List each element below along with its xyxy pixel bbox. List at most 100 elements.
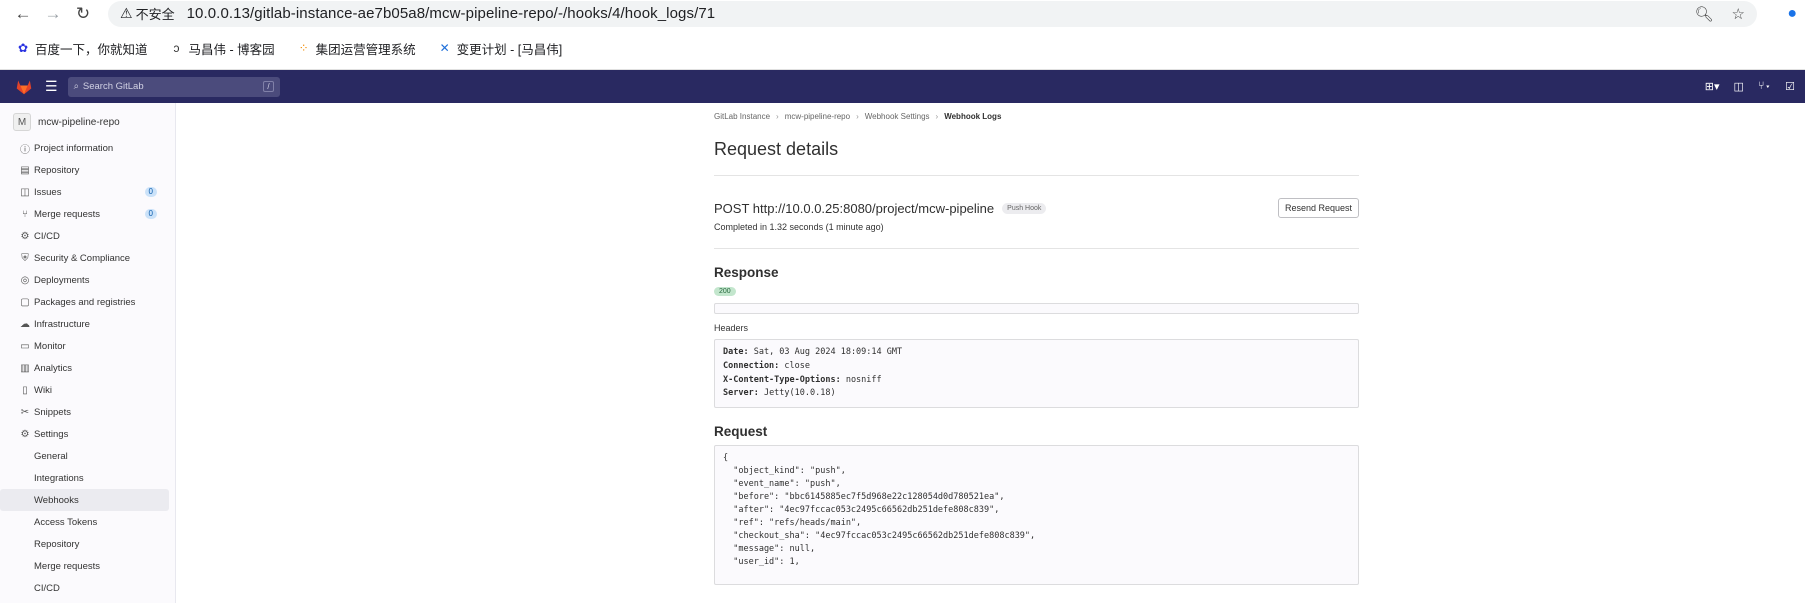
back-arrow-icon[interactable]: ← (8, 0, 38, 27)
sidebar-item-settings[interactable]: ⚙ Settings (0, 423, 175, 445)
sidebar-item-wiki[interactable]: ▯ Wiki (0, 379, 175, 401)
sidebar-item-repository[interactable]: ▤ Repository (0, 159, 175, 181)
count-badge: 0 (144, 187, 157, 197)
chevron-right-icon: › (935, 112, 939, 121)
package-icon: ▢ (20, 296, 30, 308)
header-key: X-Content-Type-Options: (723, 374, 841, 385)
request-line: POST http://10.0.0.25:8080/project/mcw-p… (714, 200, 995, 216)
resend-request-button[interactable]: Resend Request (1277, 198, 1359, 218)
breadcrumb-current[interactable]: Webhook Logs (944, 112, 1001, 121)
info-icon: ⓘ (20, 144, 30, 156)
sidebar-item-analytics[interactable]: ▥ Analytics (0, 357, 175, 379)
sidebar-item-ci-cd[interactable]: ⚙ CI/CD (0, 225, 175, 247)
settings-subitem[interactable]: Packages and registries (0, 599, 169, 604)
insecure-label: 不安全 (135, 7, 175, 22)
header-value: Sat, 03 Aug 2024 18:09:14 GMT (748, 347, 903, 357)
status-badge: 200 (714, 287, 736, 296)
bookmark-label: 马昌伟 - 博客园 (188, 42, 275, 57)
header-value: nosniff (840, 374, 882, 385)
settings-subitem[interactable]: Access Tokens (0, 511, 169, 533)
reload-icon[interactable]: ↻ (68, 0, 98, 27)
todo-icon[interactable]: ☑ (1785, 80, 1795, 93)
chevron-right-icon: › (776, 112, 779, 121)
count-badge: 0 (144, 209, 157, 219)
deploy-icon: ◎ (20, 274, 30, 286)
monitor-icon: ▭ (20, 340, 30, 352)
star-icon[interactable]: ☆ (1732, 5, 1745, 23)
page-title: Request details (714, 139, 1359, 176)
settings-subitem[interactable]: Repository (0, 533, 169, 555)
sidebar-item-infrastructure[interactable]: ☁ Infrastructure (0, 313, 175, 335)
bookmark-item[interactable]: ✕ 变更计划 - [马昌伟] (438, 39, 563, 58)
bookmark-label: 集团运营管理系统 (315, 42, 416, 57)
header-line: X-Content-Type-Options: nosniff (723, 374, 1350, 388)
insecure-indicator[interactable]: ⚠ 不安全 (120, 4, 175, 23)
breadcrumb-item[interactable]: mcw-pipeline-repo (785, 112, 850, 121)
rocket-icon: ⚙ (20, 230, 30, 242)
profile-icon[interactable]: ● (1757, 5, 1797, 23)
settings-subitem[interactable]: Integrations (0, 467, 169, 489)
settings-subitem[interactable]: Webhooks (0, 489, 169, 511)
sidebar-item-issues[interactable]: ◫ Issues 0 (0, 181, 175, 203)
bookmark-label: 变更计划 - [马昌伟] (456, 42, 563, 57)
sidebar-item-label: Deployments (34, 274, 90, 286)
request-title: Request (714, 424, 768, 440)
search-shortcut: / (263, 81, 274, 92)
settings-subitem[interactable]: CI/CD (0, 577, 169, 599)
shield-icon: ⛨ (21, 252, 29, 264)
request-body-box: { "object_kind": "push", "event_name": "… (714, 445, 1359, 586)
bookmark-item[interactable]: ✿ 百度一下，你就知道 (16, 39, 148, 58)
sidebar-item-deployments[interactable]: ◎ Deployments (0, 269, 175, 291)
merge-requests-header-icon[interactable]: ⑂▾ (1758, 80, 1771, 93)
x-logo-icon: ✕ (439, 41, 450, 55)
bookmarks-bar: ✿ 百度一下，你就知道 ↄ 马昌伟 - 博客园 ⁘ 集团运营管理系统 ✕ 变更计划 - [马昌… (0, 27, 1805, 70)
response-body-box (714, 303, 1359, 314)
breadcrumb-item[interactable]: GitLab Instance (714, 112, 770, 121)
sidebar-item-label: Repository (34, 164, 80, 176)
sidebar-item-merge-requests[interactable]: ⑂ Merge requests 0 (0, 203, 175, 225)
sidebar-item-snippets[interactable]: ✂ Snippets (0, 401, 175, 423)
project-avatar: M (13, 113, 31, 131)
zoom-icon[interactable]: 🔍︎ (1695, 5, 1714, 23)
breadcrumb-item[interactable]: Webhook Settings (865, 112, 930, 121)
sidebar-item-packages-and-registries[interactable]: ▢ Packages and registries (0, 291, 175, 313)
sidebar: M mcw-pipeline-repo ⓘ Project information… (0, 103, 176, 603)
sidebar-item-monitor[interactable]: ▭ Monitor (0, 335, 175, 357)
sidebar-project[interactable]: M mcw-pipeline-repo (0, 107, 175, 137)
forward-arrow-icon[interactable]: → (38, 0, 68, 27)
scissors-icon: ✂ (20, 406, 30, 418)
dots-icon: ⁘ (298, 41, 309, 55)
search-input[interactable]: ⌕ Search GitLab / (67, 76, 280, 97)
settings-subitem[interactable]: Merge requests (0, 555, 169, 577)
address-bar[interactable]: ⚠ 不安全 10.0.0.13/gitlab-instance-ae7b05a8… (108, 0, 1757, 27)
search-placeholder: Search GitLab (82, 81, 144, 92)
doc-icon: ▤ (20, 164, 30, 176)
header-key: Connection: (723, 360, 780, 371)
gitlab-logo-icon[interactable] (15, 79, 33, 95)
browser-toolbar: ← → ↻ ⚠ 不安全 10.0.0.13/gitlab-instance-ae… (0, 0, 1805, 27)
book-icon: ▯ (22, 384, 28, 396)
hamburger-menu-icon[interactable]: ☰ (45, 78, 58, 95)
header-key: Server: (723, 388, 759, 399)
cloud-icon: ☁ (20, 318, 30, 330)
create-new-icon[interactable]: ⊞▾ (1705, 80, 1720, 93)
sidebar-item-security-compliance[interactable]: ⛨ Security & Compliance (0, 247, 175, 269)
header-key: Date: (723, 347, 749, 357)
settings-subitem[interactable]: General (0, 445, 169, 467)
paw-icon: ✿ (17, 41, 29, 55)
bookmark-item[interactable]: ⁘ 集团运营管理系统 (297, 39, 416, 58)
sidebar-item-label: Settings (34, 428, 69, 440)
sidebar-item-label: Monitor (34, 340, 66, 352)
header-line: Server: Jetty(10.0.18) (723, 387, 1350, 401)
bookmark-label: 百度一下，你就知道 (35, 42, 148, 57)
issues-header-icon[interactable]: ◫ (1734, 80, 1744, 93)
chart-icon: ▥ (20, 362, 30, 374)
sidebar-item-label: Security & Compliance (34, 252, 131, 264)
sidebar-item-label: Infrastructure (34, 318, 90, 330)
sidebar-item-label: CI/CD (34, 230, 60, 242)
bookmark-item[interactable]: ↄ 马昌伟 - 博客园 (170, 39, 275, 58)
sidebar-item-project-information[interactable]: ⓘ Project information (0, 137, 175, 159)
sidebar-item-label: Analytics (34, 362, 73, 374)
url-text: 10.0.0.13/gitlab-instance-ae7b05a8/mcw-p… (186, 5, 716, 22)
project-name: mcw-pipeline-repo (38, 116, 120, 128)
